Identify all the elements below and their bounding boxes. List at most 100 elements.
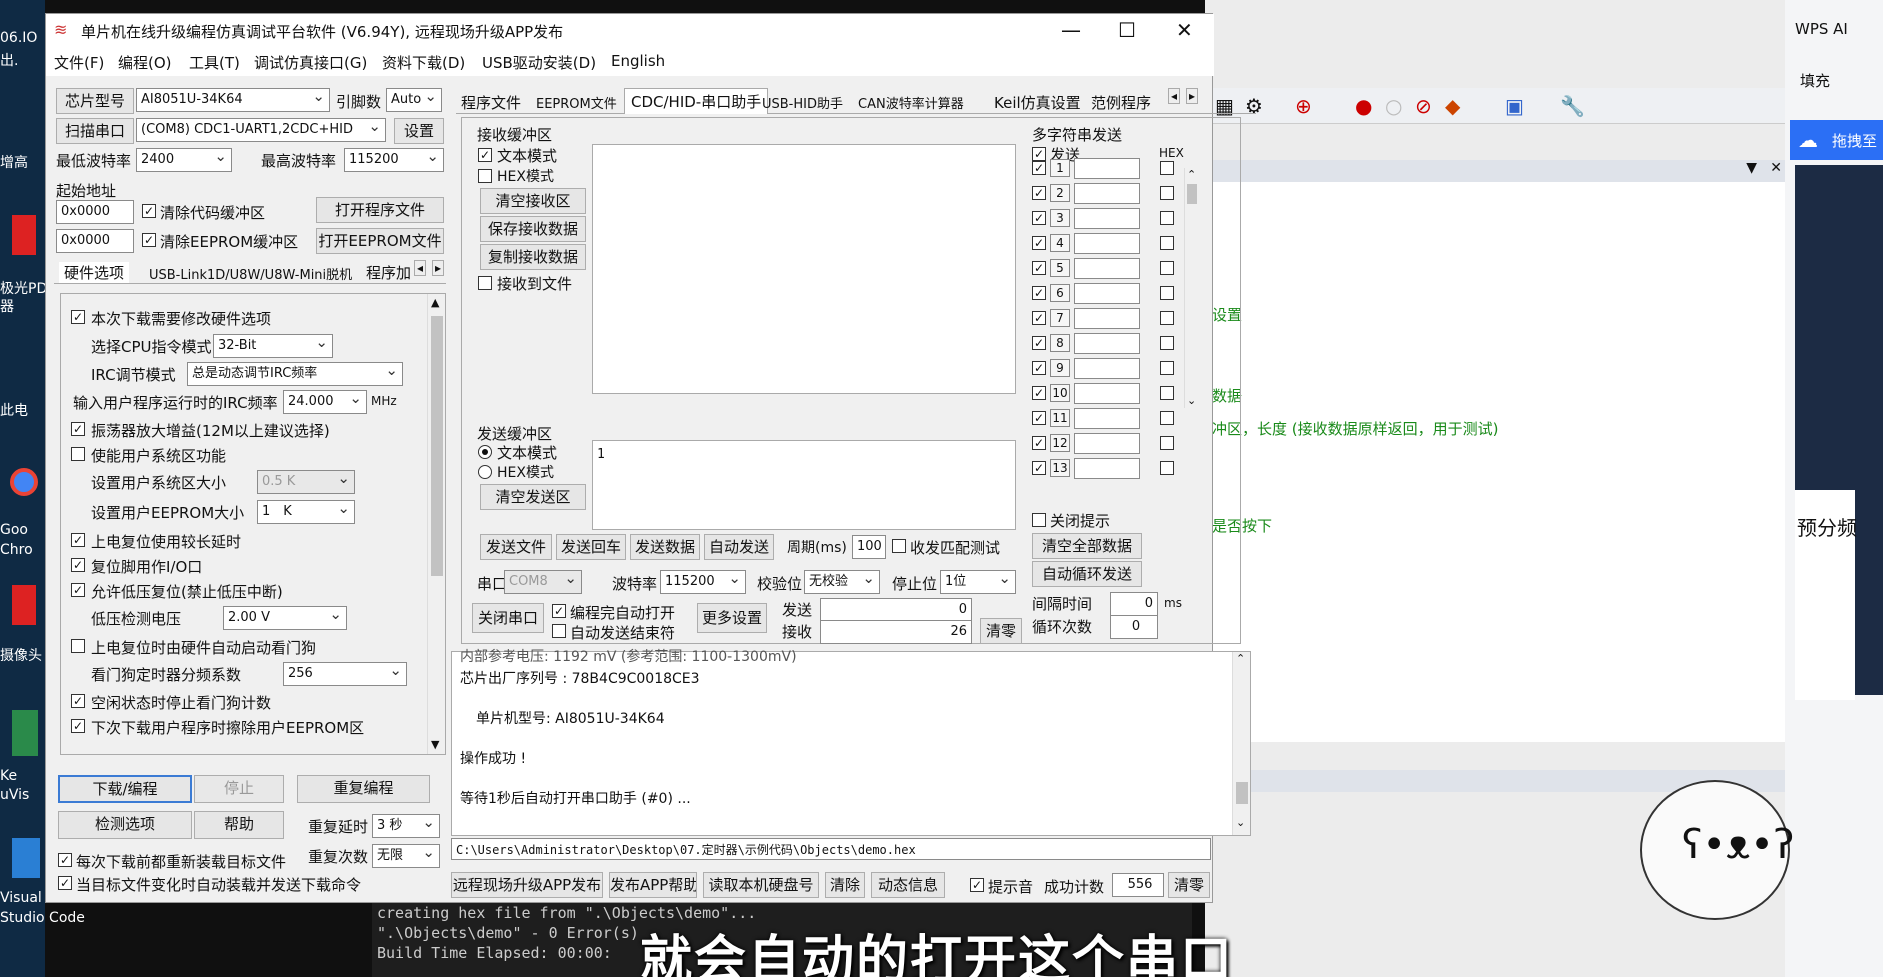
multi-scrollbar[interactable]: ⌃ ⌄ — [1184, 168, 1200, 408]
repeat-count-select[interactable]: 无限 — [372, 844, 440, 868]
app-help-button[interactable]: 发布APP帮助 — [609, 872, 697, 898]
log-scrollbar[interactable]: ⌃ ⌄ — [1232, 652, 1250, 835]
recv-hex-mode-checkbox[interactable] — [478, 169, 492, 183]
multi-row-number[interactable]: 11 — [1050, 409, 1070, 427]
multi-row-input[interactable] — [1074, 258, 1140, 279]
open-eeprom-button[interactable]: 打开EEPROM文件 — [316, 228, 444, 254]
scroll-down-icon[interactable]: ⌄ — [1236, 816, 1245, 829]
multi-row-number[interactable]: 8 — [1050, 334, 1070, 352]
multi-row-hex-checkbox[interactable] — [1160, 386, 1174, 400]
multi-row-checkbox[interactable]: ✓ — [1032, 161, 1046, 175]
multi-row-hex-checkbox[interactable] — [1160, 261, 1174, 275]
interval-input[interactable]: 0 — [1110, 592, 1158, 616]
tab-program-add[interactable]: 程序加 — [366, 262, 411, 283]
watchdog-checkbox[interactable] — [71, 639, 85, 653]
long-delay-checkbox[interactable]: ✓ — [71, 533, 85, 547]
minimize-button[interactable]: — — [1061, 18, 1081, 42]
breakpoint-disable-icon[interactable]: ○ — [1385, 94, 1402, 118]
port-select[interactable]: (COM8) CDC1-UART1,2CDC+HID — [136, 118, 386, 142]
multi-row-hex-checkbox[interactable] — [1160, 311, 1174, 325]
clear-log-button[interactable]: 清除 — [825, 872, 865, 898]
send-text-mode-radio[interactable] — [478, 445, 492, 459]
close-icon[interactable]: ✕ — [1770, 160, 1782, 176]
multi-row-number[interactable]: 7 — [1050, 309, 1070, 327]
multi-row-checkbox[interactable]: ✓ — [1032, 386, 1046, 400]
read-disk-button[interactable]: 读取本机硬盘号 — [703, 872, 819, 898]
auto-loop-button[interactable]: 自动循环发送 — [1032, 561, 1142, 587]
menu-file[interactable]: 文件(F) — [54, 52, 104, 73]
remote-upgrade-button[interactable]: 远程现场升级APP发布 — [451, 872, 603, 898]
menu-download[interactable]: 资料下载(D) — [382, 52, 465, 73]
multi-row-hex-checkbox[interactable] — [1160, 361, 1174, 375]
wps-drag-banner[interactable]: ☁ 拖拽至 — [1790, 120, 1883, 160]
auto-send-checkbox[interactable]: ✓ — [58, 876, 72, 890]
camera-app-icon[interactable] — [12, 585, 36, 625]
min-baud-select[interactable]: 2400 — [136, 148, 232, 172]
multi-row-checkbox[interactable]: ✓ — [1032, 436, 1046, 450]
multi-row-checkbox[interactable]: ✓ — [1032, 461, 1046, 475]
clear-count-button[interactable]: 清零 — [980, 618, 1022, 644]
wps-title[interactable]: WPS AI — [1795, 20, 1848, 38]
multi-row-input[interactable] — [1074, 308, 1140, 329]
multi-row-input[interactable] — [1074, 333, 1140, 354]
close-port-button[interactable]: 关闭串口 — [472, 603, 544, 633]
tabs-scroll-right-icon[interactable]: ▸ — [1186, 88, 1199, 104]
send-data-button[interactable]: 发送数据 — [630, 534, 700, 560]
erase-eeprom-checkbox[interactable]: ✓ — [71, 719, 85, 733]
baud-select[interactable]: 115200 — [660, 570, 746, 594]
log-output[interactable]: 内部参考电压: 1192 mV (参考范围: 1100-1300mV) 芯片出厂… — [451, 649, 1251, 836]
menu-program[interactable]: 编程(O) — [118, 52, 172, 73]
recv-text-mode-checkbox[interactable]: ✓ — [478, 148, 492, 162]
multi-row-hex-checkbox[interactable] — [1160, 211, 1174, 225]
kill-icon[interactable]: ◆ — [1445, 94, 1460, 118]
multi-row-hex-checkbox[interactable] — [1160, 336, 1174, 350]
save-receive-button[interactable]: 保存接收数据 — [480, 216, 586, 242]
multi-row-input[interactable] — [1074, 183, 1140, 204]
close-button[interactable]: ✕ — [1176, 18, 1193, 42]
modify-hardware-checkbox[interactable]: ✓ — [71, 310, 85, 324]
user-system-checkbox[interactable] — [71, 447, 85, 461]
tab-scroll-right-icon[interactable]: ▸ — [432, 260, 445, 276]
multi-row-hex-checkbox[interactable] — [1160, 236, 1174, 250]
match-test-checkbox[interactable] — [892, 539, 906, 553]
scroll-thumb[interactable] — [431, 316, 443, 576]
auto-end-checkbox[interactable] — [552, 624, 566, 638]
chip-type-select[interactable]: AI8051U-34K64 — [136, 88, 330, 112]
multi-row-hex-checkbox[interactable] — [1160, 461, 1174, 475]
more-settings-button[interactable]: 更多设置 — [697, 603, 767, 633]
breakpoint-clear-icon[interactable]: ⊘ — [1415, 94, 1432, 118]
hex-file-path[interactable]: C:\Users\Administrator\Desktop\07.定时器\示例… — [451, 838, 1211, 860]
menu-debug[interactable]: 调试仿真接口(G) — [254, 52, 367, 73]
multi-row-hex-checkbox[interactable] — [1160, 286, 1174, 300]
menu-english[interactable]: English — [611, 52, 665, 70]
multi-row-input[interactable] — [1074, 233, 1140, 254]
dropdown-icon[interactable]: ▼ — [1746, 160, 1757, 176]
osc-gain-checkbox[interactable]: ✓ — [71, 422, 85, 436]
repeat-program-button[interactable]: 重复编程 — [297, 775, 430, 803]
scroll-thumb[interactable] — [1236, 782, 1248, 804]
tabs-scroll-left-icon[interactable]: ◂ — [1168, 88, 1181, 104]
wrench-icon[interactable]: 🔧 — [1560, 94, 1585, 118]
scan-port-button[interactable]: 扫描串口 — [56, 118, 134, 144]
code-address-input[interactable]: 0x0000 — [56, 200, 134, 224]
port-settings-button[interactable]: 设置 — [394, 118, 444, 144]
multi-row-hex-checkbox[interactable] — [1160, 436, 1174, 450]
options-scrollbar[interactable]: ▲ ▼ — [427, 294, 445, 754]
multi-row-checkbox[interactable]: ✓ — [1032, 286, 1046, 300]
menu-tools[interactable]: 工具(T) — [189, 52, 240, 73]
multi-row-input[interactable] — [1074, 458, 1140, 479]
receive-textarea[interactable] — [592, 144, 1016, 394]
multi-row-checkbox[interactable]: ✓ — [1032, 261, 1046, 275]
multi-row-number[interactable]: 10 — [1050, 384, 1070, 402]
multi-row-checkbox[interactable]: ✓ — [1032, 311, 1046, 325]
multi-row-number[interactable]: 13 — [1050, 459, 1070, 477]
irc-mode-select[interactable]: 总是动态调节IRC频率 — [187, 362, 403, 386]
pin-count-select[interactable]: Auto — [386, 88, 442, 112]
app-icon[interactable] — [12, 215, 36, 255]
multi-row-number[interactable]: 3 — [1050, 209, 1070, 227]
multi-row-number[interactable]: 9 — [1050, 359, 1070, 377]
eeprom-size-select[interactable]: 1 K — [257, 500, 355, 524]
loop-count-input[interactable]: 0 — [1110, 615, 1158, 639]
tab-eeprom-file[interactable]: EEPROM文件 — [536, 93, 617, 112]
tab-program-file[interactable]: 程序文件 — [461, 92, 521, 113]
